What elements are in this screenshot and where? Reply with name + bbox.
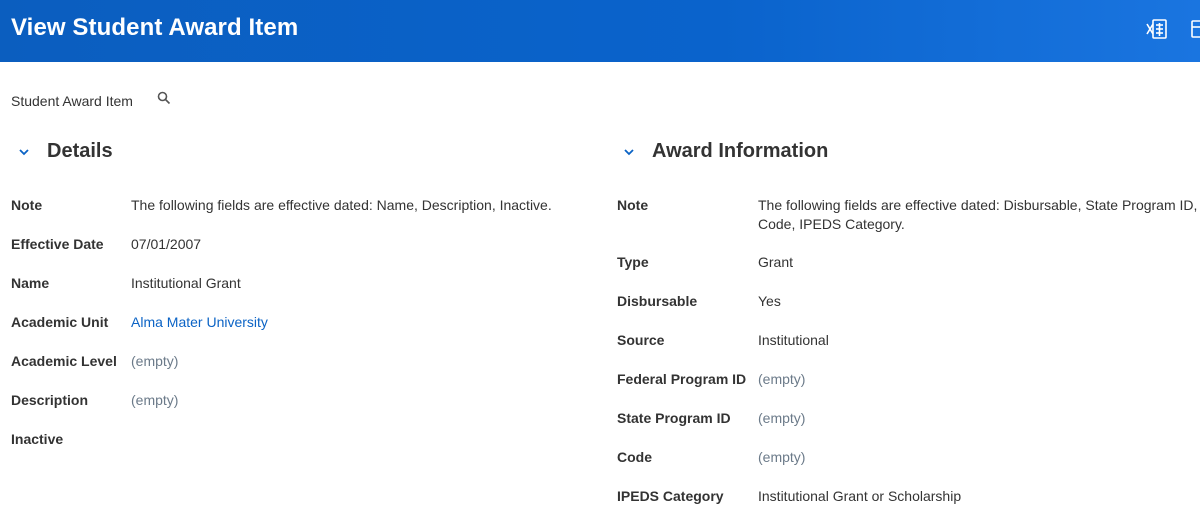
field-label: Academic Level bbox=[11, 353, 117, 369]
field-value: (empty) bbox=[131, 353, 179, 369]
award-information-title: Award Information bbox=[652, 140, 829, 162]
field-label: State Program ID bbox=[617, 410, 731, 426]
chevron-down-icon[interactable] bbox=[622, 145, 636, 159]
page-header: View Student Award Item bbox=[0, 0, 1200, 62]
field-label: Code bbox=[617, 449, 652, 465]
field-label: Federal Program ID bbox=[617, 371, 747, 387]
field-label: Disbursable bbox=[617, 293, 698, 309]
field-value: (empty) bbox=[758, 410, 806, 426]
field-label: Note bbox=[11, 197, 43, 213]
field-value-line1: The following fields are effective dated… bbox=[758, 197, 1198, 213]
field-value: Grant bbox=[758, 254, 794, 270]
field-label: Name bbox=[11, 275, 50, 291]
field-value-line2: Code, IPEDS Category. bbox=[758, 216, 905, 232]
field-value: (empty) bbox=[131, 392, 179, 408]
field-label: Inactive bbox=[11, 431, 64, 447]
field-value: Institutional Grant or Scholarship bbox=[758, 488, 962, 504]
field-value: Yes bbox=[758, 293, 781, 309]
academic-unit-link[interactable]: Alma Mater University bbox=[131, 313, 268, 332]
export-to-excel-icon[interactable] bbox=[1145, 17, 1169, 41]
field-value: Institutional Grant bbox=[131, 275, 241, 291]
chevron-down-icon[interactable] bbox=[17, 145, 31, 159]
page-title: View Student Award Item bbox=[11, 14, 299, 41]
field-label: Note bbox=[617, 197, 649, 213]
field-value: (empty) bbox=[758, 449, 806, 465]
student-award-item-label: Student Award Item bbox=[11, 93, 133, 109]
award-information-section-header[interactable]: Award Information bbox=[622, 140, 828, 163]
details-section-header[interactable]: Details bbox=[17, 140, 113, 163]
field-value: Institutional bbox=[758, 332, 829, 348]
print-icon[interactable] bbox=[1190, 17, 1200, 41]
field-label: Type bbox=[617, 254, 649, 270]
field-value: (empty) bbox=[758, 371, 806, 387]
field-label: Description bbox=[11, 392, 89, 408]
student-award-item-prompt: Student Award Item bbox=[11, 91, 171, 109]
search-icon[interactable] bbox=[157, 91, 171, 105]
details-title: Details bbox=[47, 140, 113, 162]
field-label: Academic Unit bbox=[11, 314, 109, 330]
field-value: The following fields are effective dated… bbox=[131, 197, 552, 213]
field-label: Source bbox=[617, 332, 665, 348]
field-label: Effective Date bbox=[11, 236, 104, 252]
field-label: IPEDS Category bbox=[617, 488, 724, 504]
field-value: 07/01/2007 bbox=[131, 236, 202, 252]
